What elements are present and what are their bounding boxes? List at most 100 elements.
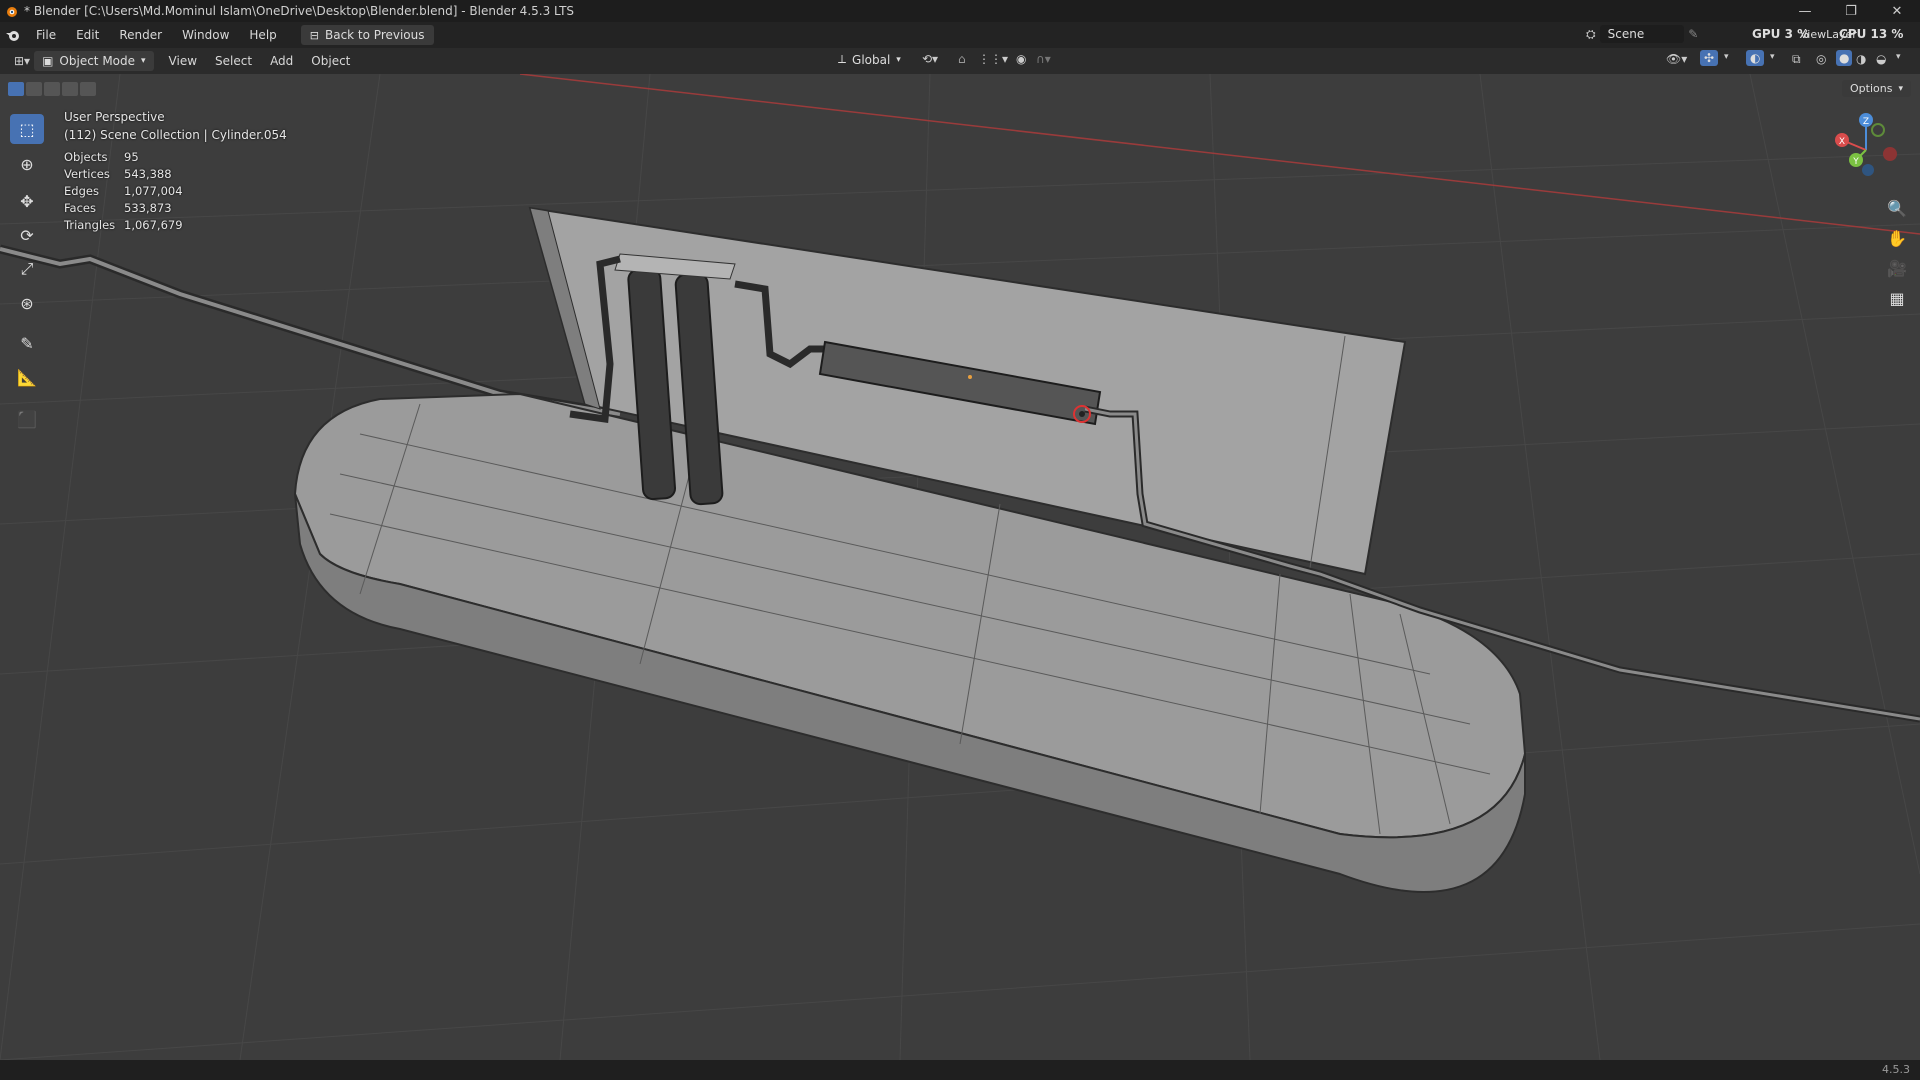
- cursor-icon[interactable]: ⊕: [10, 149, 44, 179]
- pivot-point-icon[interactable]: ⟲▾: [922, 52, 938, 66]
- wireframe-shading-icon[interactable]: ◎: [1816, 52, 1826, 66]
- menu-view[interactable]: View: [160, 54, 206, 68]
- menu-window[interactable]: Window: [172, 28, 239, 42]
- zoom-icon[interactable]: 🔍: [1883, 194, 1911, 222]
- blender-menu-icon[interactable]: [0, 28, 26, 42]
- viewport-header: ⊞▾ ▣ Object Mode ▾ View Select Add Objec…: [0, 48, 1920, 74]
- move-icon[interactable]: ✥: [10, 186, 44, 216]
- mode-selector[interactable]: ▣ Object Mode ▾: [34, 51, 154, 71]
- minimize-button[interactable]: —: [1782, 0, 1828, 22]
- perspective-toggle-icon[interactable]: ▦: [1883, 284, 1911, 312]
- chevron-down-icon[interactable]: ▾: [1724, 52, 1729, 62]
- overlays-toggle-icon[interactable]: ◐: [1746, 50, 1765, 66]
- xray-toggle-icon[interactable]: ⧉: [1792, 52, 1801, 67]
- maximize-button[interactable]: ❐: [1828, 0, 1874, 22]
- scene-selector[interactable]: ⛭ Scene ✎: [1586, 25, 1698, 43]
- select-box-icon[interactable]: ⬚: [10, 114, 44, 144]
- stat-value: 1,077,004: [124, 183, 183, 198]
- menu-help[interactable]: Help: [239, 28, 286, 42]
- select-extend-icon[interactable]: [26, 82, 42, 96]
- stat-value: 533,873: [124, 200, 172, 215]
- chevron-down-icon[interactable]: ▾: [1896, 52, 1901, 62]
- menu-select[interactable]: Select: [206, 54, 261, 68]
- menu-render[interactable]: Render: [109, 28, 172, 42]
- gpu-label: GPU: [1752, 27, 1781, 41]
- view-layer-name[interactable]: ViewLayer: [1800, 28, 1857, 41]
- select-invert-icon[interactable]: [62, 82, 78, 96]
- blender-logo-icon: [4, 4, 18, 18]
- gizmo-z-label: Z: [1863, 117, 1869, 127]
- navigation-gizmo[interactable]: Z X Y: [1826, 110, 1906, 190]
- stat-row: Edges 1,077,004: [64, 182, 183, 199]
- menu-file[interactable]: File: [26, 28, 66, 42]
- stat-label: Faces: [64, 200, 96, 215]
- back-to-previous-label: Back to Previous: [324, 28, 425, 42]
- top-menubar: File Edit Render Window Help ⊟ Back to P…: [0, 22, 1920, 48]
- snap-target-icon[interactable]: ⋮⋮▾: [978, 52, 1008, 66]
- stat-row: Faces 533,873: [64, 199, 183, 216]
- snap-icon[interactable]: ⌂: [958, 52, 966, 66]
- rotate-icon[interactable]: ⟳: [10, 220, 44, 250]
- editor-type-icon[interactable]: ⊞▾: [14, 54, 30, 68]
- select-new-icon[interactable]: [8, 82, 24, 96]
- chevron-down-icon: ▾: [141, 56, 146, 66]
- stat-value: 1,067,679: [124, 217, 183, 232]
- stat-label: Triangles: [64, 217, 116, 232]
- camera-view-icon[interactable]: 🎥: [1883, 254, 1911, 282]
- gizmo-neg-z-axis[interactable]: [1862, 164, 1874, 176]
- stat-label: Vertices: [64, 166, 110, 181]
- object-origin: [968, 375, 972, 379]
- close-button[interactable]: ✕: [1874, 0, 1920, 22]
- menu-object[interactable]: Object: [302, 54, 359, 68]
- menu-edit[interactable]: Edit: [66, 28, 109, 42]
- pin-icon[interactable]: ✎: [1688, 27, 1698, 41]
- stat-row: Objects 95: [64, 148, 183, 165]
- scene-icon: ⛭: [1586, 26, 1596, 41]
- gizmo-neg-y-axis[interactable]: [1871, 123, 1885, 137]
- options-label: Options: [1850, 82, 1893, 95]
- transform-orientation-selector[interactable]: ⟂ Global ▾: [838, 52, 901, 67]
- stat-label: Edges: [64, 183, 99, 198]
- scene-render: [0, 74, 1920, 1060]
- version-label: 4.5.3: [1882, 1063, 1910, 1076]
- 3d-cursor-center: [1079, 411, 1085, 417]
- stat-value: 95: [124, 149, 139, 164]
- stat-row: Vertices 543,388: [64, 165, 183, 182]
- menu-add[interactable]: Add: [261, 54, 302, 68]
- object-mode-icon: ▣: [42, 54, 54, 68]
- chevron-down-icon: ▾: [1898, 83, 1903, 94]
- pan-hand-icon[interactable]: ✋: [1883, 224, 1911, 252]
- stat-value: 543,388: [124, 166, 172, 181]
- gizmo-toggle-icon[interactable]: ✣: [1700, 50, 1719, 66]
- window-controls: — ❐ ✕: [1782, 0, 1920, 22]
- back-icon: ⊟: [309, 28, 319, 42]
- cpu-value: 13 %: [1870, 27, 1904, 41]
- measure-icon[interactable]: 📐: [10, 362, 44, 392]
- select-mode-buttons: [8, 82, 96, 96]
- options-button[interactable]: Options ▾: [1842, 80, 1911, 97]
- back-to-previous-button[interactable]: ⊟ Back to Previous: [300, 25, 434, 45]
- proportional-edit-icon[interactable]: ◉: [1016, 52, 1026, 66]
- annotate-icon[interactable]: ✎: [10, 328, 44, 358]
- material-preview-icon[interactable]: ◑: [1856, 52, 1866, 66]
- status-bar: 4.5.3: [0, 1060, 1920, 1080]
- select-intersect-icon[interactable]: [80, 82, 96, 96]
- select-subtract-icon[interactable]: [44, 82, 60, 96]
- 3d-viewport[interactable]: ⬚ ⊕ ✥ ⟳ ⤢ ⊛ ✎ 📐 ⬛ User Perspective (112)…: [0, 74, 1920, 1060]
- chevron-down-icon: ▾: [896, 54, 901, 65]
- scale-icon[interactable]: ⤢: [10, 254, 44, 284]
- transform-icon[interactable]: ⊛: [10, 288, 44, 318]
- scene-name[interactable]: Scene: [1599, 25, 1685, 43]
- window-title: * Blender [C:\Users\Md.Mominul Islam\One…: [24, 4, 575, 18]
- solid-shading-icon[interactable]: ●: [1836, 50, 1853, 66]
- collection-label: (112) Scene Collection | Cylinder.054: [64, 128, 287, 142]
- stat-row: Triangles 1,067,679: [64, 216, 183, 233]
- gizmo-neg-x-axis[interactable]: [1883, 147, 1897, 161]
- chevron-down-icon[interactable]: ▾: [1770, 52, 1775, 62]
- gizmo-y-label: Y: [1852, 157, 1859, 167]
- add-cube-icon[interactable]: ⬛: [10, 404, 44, 434]
- falloff-icon[interactable]: ∩▾: [1036, 52, 1051, 66]
- rendered-shading-icon[interactable]: ◒: [1876, 52, 1886, 66]
- visibility-icon[interactable]: 👁▾: [1666, 52, 1687, 66]
- x-axis-line: [519, 74, 1920, 235]
